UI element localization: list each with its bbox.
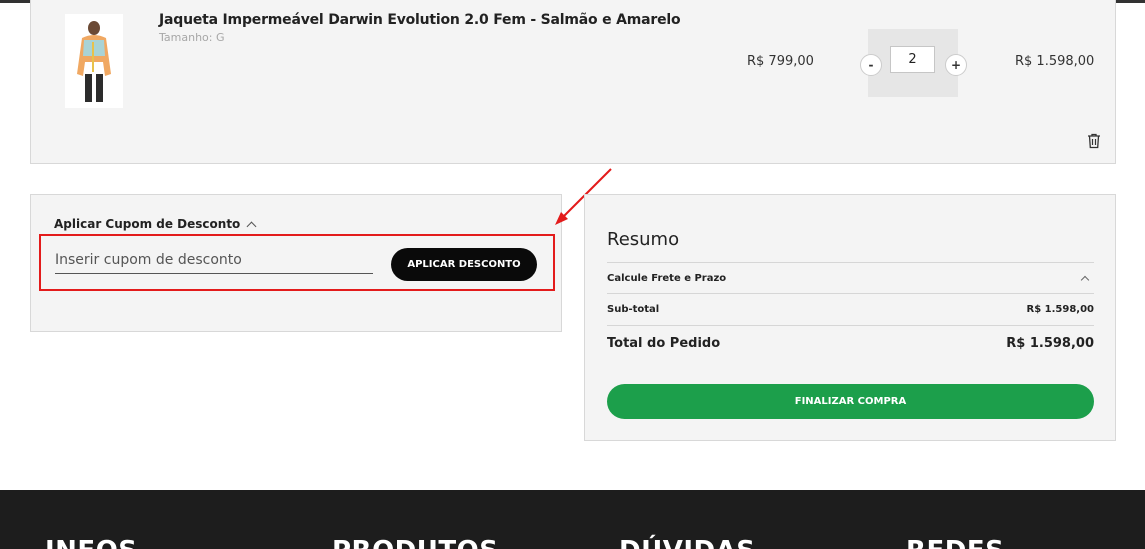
coupon-input[interactable] [55,246,373,274]
quantity-stepper: - + [860,29,967,97]
footer-heading-redes: REDES [906,536,1004,549]
coupon-panel: Aplicar Cupom de Desconto APLICAR DESCON… [30,194,562,332]
chevron-up-icon [246,221,257,231]
chevron-up-icon [1080,275,1090,285]
summary-title: Resumo [607,229,680,250]
footer-heading-infos: INFOS [45,536,138,549]
quantity-increase-button[interactable]: + [945,54,967,76]
shipping-calculator-toggle[interactable]: Calcule Frete e Prazo [607,262,1094,293]
product-thumbnail[interactable] [65,14,123,108]
unit-price: R$ 799,00 [747,54,814,69]
size-value: G [215,31,225,44]
cart-item: Jaqueta Impermeável Darwin Evolution 2.0… [30,0,1116,164]
quantity-input[interactable] [890,46,935,73]
subtotal-label: Sub-total [607,304,660,315]
order-summary: Resumo Calcule Frete e Prazo Sub-total R… [584,194,1116,441]
footer: INFOS PRODUTOS DÚVIDAS REDES [0,490,1145,549]
subtotal-row: Sub-total R$ 1.598,00 [607,293,1094,325]
footer-heading-duvidas: DÚVIDAS [619,536,755,549]
subtotal-value: R$ 1.598,00 [1026,304,1095,315]
product-name[interactable]: Jaqueta Impermeável Darwin Evolution 2.0… [159,12,681,28]
product-size: Tamanho: G [159,31,225,44]
coupon-toggle[interactable]: Aplicar Cupom de Desconto [54,217,257,231]
shipping-label: Calcule Frete e Prazo [607,272,727,284]
apply-discount-button[interactable]: APLICAR DESCONTO [391,248,537,281]
trash-icon[interactable] [1087,133,1101,149]
line-total: R$ 1.598,00 [1015,54,1095,69]
total-label: Total do Pedido [607,336,721,351]
coupon-title: Aplicar Cupom de Desconto [54,217,241,231]
total-value: R$ 1.598,00 [1006,336,1094,351]
size-label: Tamanho: [159,31,213,44]
quantity-decrease-button[interactable]: - [860,54,882,76]
total-row: Total do Pedido R$ 1.598,00 [607,325,1094,361]
footer-heading-produtos: PRODUTOS [332,536,498,549]
checkout-button[interactable]: FINALIZAR COMPRA [607,384,1094,419]
highlight-annotation: APLICAR DESCONTO [39,234,555,291]
